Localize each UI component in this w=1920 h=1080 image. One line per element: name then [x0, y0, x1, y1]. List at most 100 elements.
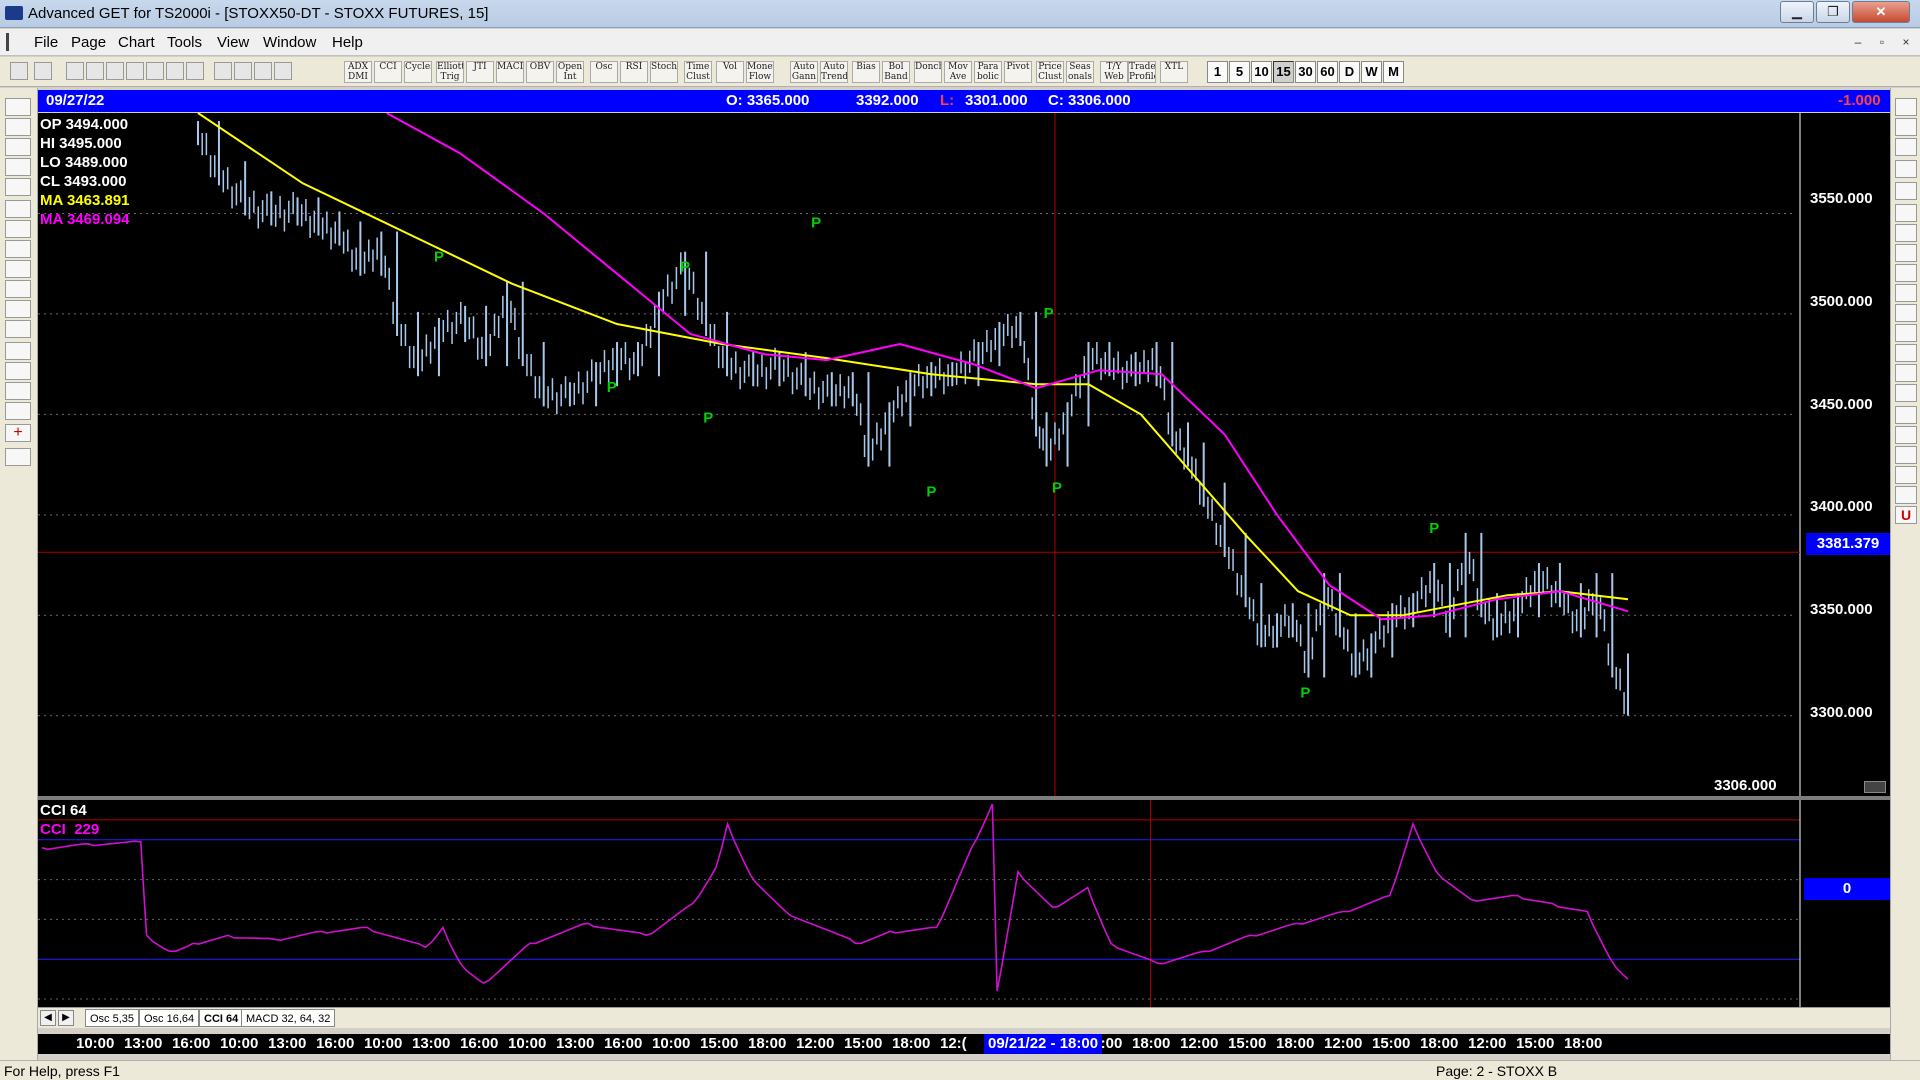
price-chart-panel[interactable]: P P P P P P P P P P OP 3494.000 HI 3495.000 LO 34…: [38, 113, 1890, 796]
eraser-icon[interactable]: [1895, 426, 1917, 444]
study-button-cycles[interactable]: Cycles: [404, 61, 432, 83]
cci-chart[interactable]: [38, 800, 1890, 1007]
text-tool-icon[interactable]: [1895, 384, 1917, 402]
tab-scroll-right-icon[interactable]: ▶: [58, 1010, 74, 1026]
minimize-button[interactable]: ▁: [1780, 1, 1814, 23]
mdi-close-button[interactable]: ×: [1896, 34, 1916, 51]
ellipse-fill-icon[interactable]: [1895, 284, 1917, 302]
study-button-price-clust[interactable]: Price Clust: [1036, 61, 1064, 83]
tab-osc-5-35[interactable]: Osc 5,35: [85, 1009, 140, 1027]
study-button-auto-gann[interactable]: Auto Gann: [790, 61, 818, 83]
undo-icon[interactable]: U: [1895, 506, 1917, 524]
study-button-stoch[interactable]: Stoch: [650, 61, 678, 83]
ellipse-tool-icon[interactable]: [1895, 224, 1917, 242]
study-button-trade-profile[interactable]: Trade Profile: [1128, 61, 1156, 83]
menu-window[interactable]: Window: [263, 34, 316, 51]
dots-tool-icon[interactable]: [1895, 446, 1917, 464]
study-button-xtl[interactable]: XTL: [1160, 61, 1188, 83]
trendline-tool-icon[interactable]: [1895, 138, 1917, 156]
study-button-open-int[interactable]: Open Int: [556, 61, 584, 83]
study-button-rsi[interactable]: RSI: [620, 61, 648, 83]
fib-time-icon[interactable]: [1895, 204, 1917, 222]
open-folder-icon[interactable]: [5, 98, 31, 116]
pti-tool-icon[interactable]: [1895, 324, 1917, 342]
pen-tool-icon[interactable]: [34, 62, 52, 80]
timeframe-button-5[interactable]: 5: [1229, 61, 1250, 83]
mob-tool-icon[interactable]: [1895, 364, 1917, 382]
context-help-icon[interactable]: [274, 62, 292, 80]
save-layout-icon[interactable]: [5, 448, 31, 466]
print-preview-icon[interactable]: [234, 62, 252, 80]
pencil-tool-icon[interactable]: [1895, 118, 1917, 136]
calendar-tool-icon[interactable]: [1895, 466, 1917, 484]
study-button-jti[interactable]: JTI: [466, 61, 494, 83]
study-button-bias[interactable]: Bias: [852, 61, 880, 83]
menu-view[interactable]: View: [217, 34, 249, 51]
timeframe-button-m[interactable]: M: [1383, 61, 1404, 83]
elliott-tool-icon[interactable]: [5, 178, 31, 196]
forward-icon[interactable]: [126, 62, 144, 80]
arrow-right-icon[interactable]: [5, 260, 31, 278]
menu-chart[interactable]: Chart: [118, 34, 155, 51]
timeframe-button-1[interactable]: 1: [1207, 61, 1228, 83]
doc-icon[interactable]: [6, 33, 22, 51]
timeframe-button-w[interactable]: W: [1361, 61, 1382, 83]
timeframe-button-10[interactable]: 10: [1251, 61, 1272, 83]
fib-tool-icon[interactable]: [5, 402, 31, 420]
expand-vertical-icon[interactable]: [5, 320, 31, 338]
study-button-mov-ave[interactable]: Mov Ave: [944, 61, 972, 83]
crosshair-icon[interactable]: +: [5, 424, 31, 442]
study-button-auto-trend[interactable]: Auto Trend: [820, 61, 848, 83]
price-chart[interactable]: P P P P P P P P P P: [38, 113, 1890, 796]
study-button-money-flow[interactable]: Money Flow: [746, 61, 774, 83]
menu-help[interactable]: Help: [332, 34, 363, 51]
help-icon[interactable]: [254, 62, 272, 80]
study-button-time-clust[interactable]: Time Clust: [684, 61, 712, 83]
cci-panel[interactable]: CCI 64 CCI 229 0: [38, 800, 1890, 1007]
tab-scroll-left-icon[interactable]: ◀: [40, 1010, 56, 1026]
arrow-down-icon[interactable]: [5, 220, 31, 238]
arrow-left-icon[interactable]: [5, 240, 31, 258]
timeframe-button-15[interactable]: 15: [1273, 61, 1294, 83]
menu-file[interactable]: File: [34, 34, 58, 51]
study-button-osc[interactable]: Osc: [590, 61, 618, 83]
study-button-cci[interactable]: CCI: [374, 61, 402, 83]
study-button-seas-onals[interactable]: Seas onals: [1066, 61, 1094, 83]
grid-icon[interactable]: [166, 62, 184, 80]
fib-ret-icon[interactable]: [1895, 160, 1917, 178]
fib-ext-icon[interactable]: [1895, 182, 1917, 200]
study-button-ty-web[interactable]: T/Y Web: [1100, 61, 1128, 83]
timeframe-button-60[interactable]: 60: [1317, 61, 1338, 83]
mdi-minimize-button[interactable]: –: [1848, 34, 1868, 51]
close-button[interactable]: ✕: [1852, 1, 1910, 23]
arrow-up-icon[interactable]: [5, 200, 31, 218]
study-button-adx-dmi[interactable]: ADX DMI: [344, 61, 372, 83]
layout-icon[interactable]: [186, 62, 204, 80]
study-button-donch[interactable]: Donch: [914, 61, 942, 83]
resize-grip-icon[interactable]: [1864, 781, 1886, 793]
pitchfork-icon[interactable]: [1895, 304, 1917, 322]
compress-icon[interactable]: [5, 280, 31, 298]
timeframe-button-d[interactable]: D: [1339, 61, 1360, 83]
box-tool-icon[interactable]: [5, 342, 31, 360]
tab-osc-16-64[interactable]: Osc 16,64: [139, 1009, 200, 1027]
print-icon[interactable]: [214, 62, 232, 80]
expand-horizontal-icon[interactable]: [5, 300, 31, 318]
timeframe-button-30[interactable]: 30: [1295, 61, 1316, 83]
mdi-restore-button[interactable]: ▫: [1872, 34, 1892, 51]
menu-page[interactable]: Page: [71, 34, 106, 51]
lines-tool-icon[interactable]: [5, 362, 31, 380]
study-tool-icon[interactable]: [5, 158, 31, 176]
chart-window-icon[interactable]: [146, 62, 164, 80]
study-button-elliott-trig[interactable]: Elliott Trig: [436, 61, 464, 83]
tab-macd[interactable]: MACD 32, 64, 32: [241, 1009, 336, 1027]
tab-cci-64[interactable]: CCI 64: [199, 1009, 244, 1027]
study-button-pivot[interactable]: Pivot: [1004, 61, 1032, 83]
study-button-obv[interactable]: OBV: [526, 61, 554, 83]
copy-icon[interactable]: [86, 62, 104, 80]
cancel-tool-icon[interactable]: [1895, 98, 1917, 116]
notes-tool-icon[interactable]: [1895, 486, 1917, 504]
reset-tool-icon[interactable]: [5, 138, 31, 156]
cycles-tool-icon[interactable]: [5, 118, 31, 136]
zoom-icon[interactable]: [1895, 406, 1917, 424]
